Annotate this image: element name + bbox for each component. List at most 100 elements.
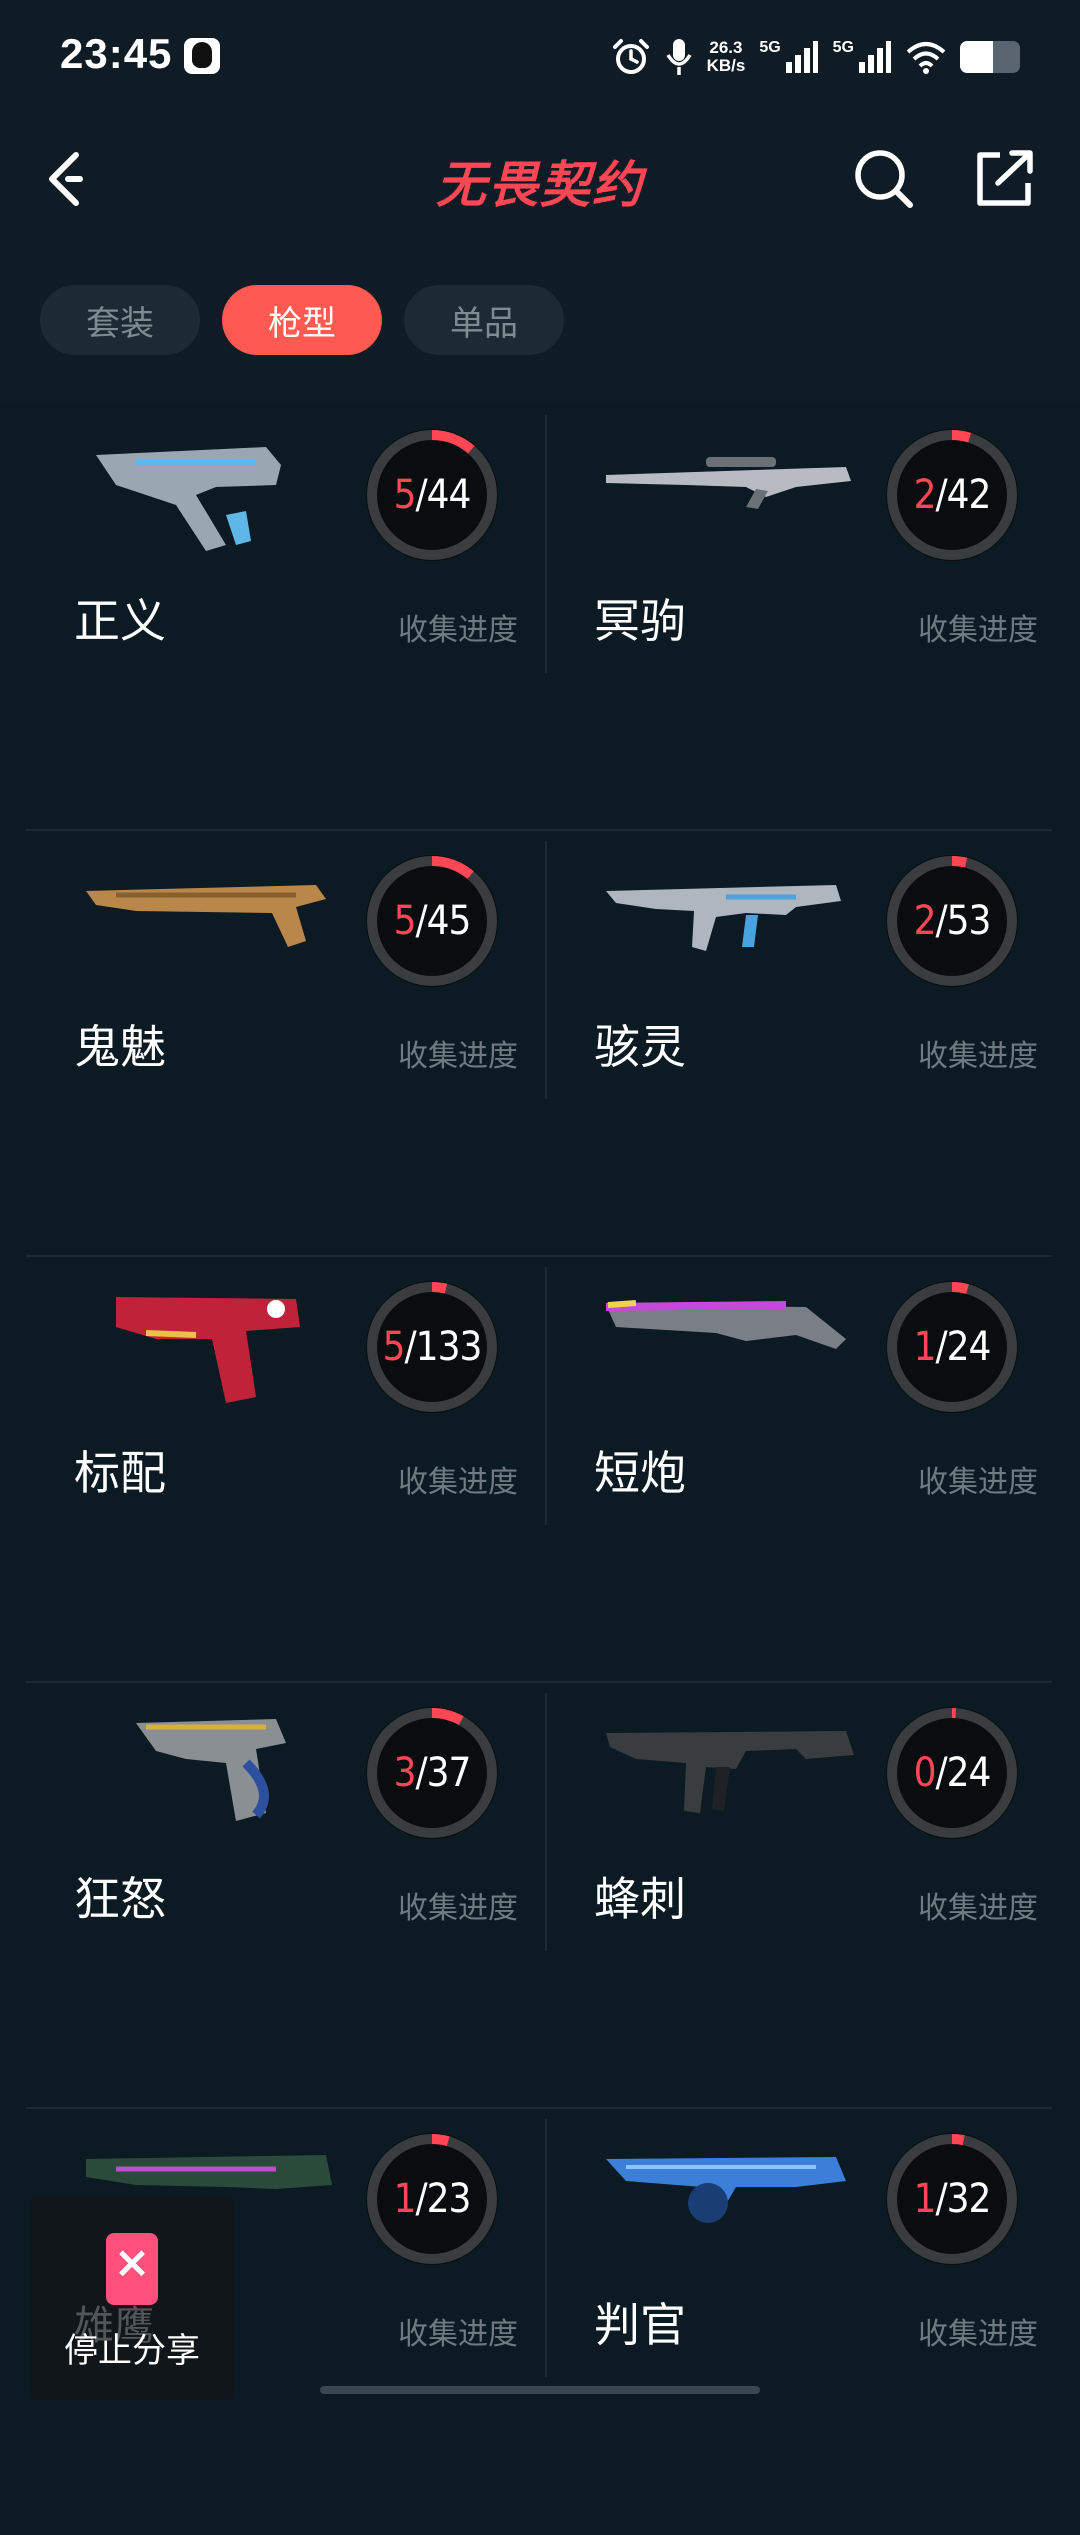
status-icons: 26.3 KB/s 5G 5G	[611, 34, 1020, 80]
collected-count: 1	[913, 1324, 937, 1370]
tab-label: 枪型	[268, 303, 336, 344]
weapon-card[interactable]: 骇灵 2/53 收集进度	[546, 831, 1066, 1257]
row-divider	[26, 1255, 1052, 1257]
weapon-image	[606, 2157, 846, 2223]
total-count: 24	[946, 1750, 992, 1796]
weapon-name: 短炮	[594, 1446, 686, 1500]
collected-count: 5	[382, 1324, 406, 1370]
weapon-name: 冥驹	[594, 594, 686, 648]
battery-fill	[960, 41, 993, 73]
progress-label: 收集进度	[398, 2317, 518, 2352]
progress-label: 收集进度	[398, 1039, 518, 1074]
stop-sharing-button[interactable]: 雄鹰 停止分享	[30, 2195, 234, 2400]
collection-count: 5/45	[362, 851, 502, 991]
count-separator: /	[935, 472, 947, 518]
count-separator: /	[935, 898, 947, 944]
weapon-image	[96, 447, 281, 551]
collected-count: 1	[393, 2176, 417, 2222]
weapon-name: 狂怒	[74, 1872, 166, 1926]
collection-count: 5/133	[362, 1277, 502, 1417]
collection-progress-ring: 2/53	[882, 851, 1022, 991]
total-count: 45	[426, 898, 472, 944]
column-divider	[545, 2119, 547, 2377]
search-icon[interactable]	[852, 147, 916, 211]
total-count: 44	[426, 472, 472, 518]
alarm-icon	[612, 39, 649, 74]
weapon-card[interactable]: 判官 1/32 收集进度	[546, 2109, 1066, 2535]
progress-label: 收集进度	[918, 1039, 1038, 1074]
share-icon[interactable]	[972, 147, 1036, 211]
collection-progress-ring: 1/24	[882, 1277, 1022, 1417]
total-count: 37	[426, 1750, 472, 1796]
home-indicator[interactable]	[320, 2386, 760, 2394]
network-speed-unit: KB/s	[706, 56, 746, 75]
row-divider	[26, 829, 1052, 831]
page-title: 无畏契约	[436, 156, 644, 214]
progress-label: 收集进度	[918, 1891, 1038, 1926]
weapon-image	[606, 457, 851, 509]
weapon-card[interactable]: 蜂刺 0/24 收集进度	[546, 1683, 1066, 2109]
count-separator: /	[935, 1324, 947, 1370]
status-bar: 23:45 26.3 KB/s 5G 5G	[0, 0, 1080, 115]
total-count: 23	[426, 2176, 472, 2222]
weapon-name: 蜂刺	[594, 1872, 686, 1926]
status-time: 23:45	[60, 30, 173, 77]
collection-count: 0/24	[882, 1703, 1022, 1843]
collected-count: 5	[393, 898, 417, 944]
column-divider	[545, 841, 547, 1099]
sim2-label: 5G	[832, 39, 854, 56]
collection-count: 3/37	[362, 1703, 502, 1843]
signal-icon	[785, 41, 818, 73]
progress-label: 收集进度	[398, 1891, 518, 1926]
collection-count: 1/24	[882, 1277, 1022, 1417]
total-count: 24	[946, 1324, 992, 1370]
row-divider	[26, 2107, 1052, 2109]
weapon-card[interactable]: 标配 5/133 收集进度	[26, 1257, 546, 1683]
count-separator: /	[415, 472, 427, 518]
tab-label: 套装	[86, 303, 154, 344]
progress-label: 收集进度	[398, 613, 518, 648]
collected-count: 5	[393, 472, 417, 518]
weapon-image	[606, 1731, 854, 1813]
collected-count: 2	[913, 472, 937, 518]
count-separator: /	[415, 2176, 427, 2222]
category-tabs: 套装 枪型 单品	[0, 245, 1080, 405]
collection-count: 1/32	[882, 2129, 1022, 2269]
progress-label: 收集进度	[918, 1465, 1038, 1500]
collection-count: 1/23	[362, 2129, 502, 2269]
tab-gun-types[interactable]: 枪型	[222, 285, 382, 355]
collection-count: 5/44	[362, 425, 502, 565]
network-speed: 26.3 KB/s	[707, 39, 746, 75]
battery-icon	[960, 41, 1020, 73]
total-count: 32	[946, 2176, 992, 2222]
column-divider	[545, 1267, 547, 1525]
weapon-name: 鬼魅	[74, 1020, 166, 1074]
collection-progress-ring: 5/133	[362, 1277, 502, 1417]
qq-notification-icon	[184, 38, 220, 74]
tab-single-items[interactable]: 单品	[404, 285, 564, 355]
weapon-image	[605, 1300, 846, 1349]
collection-progress-ring: 3/37	[362, 1703, 502, 1843]
weapon-card[interactable]: 狂怒 3/37 收集进度	[26, 1683, 546, 2109]
count-separator: /	[415, 1750, 427, 1796]
count-separator: /	[415, 898, 427, 944]
collected-count: 0	[913, 1750, 937, 1796]
column-divider	[545, 1693, 547, 1951]
collected-count: 2	[913, 898, 937, 944]
tab-suits[interactable]: 套装	[40, 285, 200, 355]
column-divider	[545, 415, 547, 673]
collection-count: 2/53	[882, 851, 1022, 991]
weapon-card[interactable]: 短炮 1/24 收集进度	[546, 1257, 1066, 1683]
network-speed-value: 26.3	[709, 38, 743, 57]
collection-progress-ring: 0/24	[882, 1703, 1022, 1843]
sim1-label: 5G	[759, 39, 781, 56]
weapon-image	[136, 1719, 286, 1821]
collected-count: 1	[913, 2176, 937, 2222]
weapon-card[interactable]: 冥驹 2/42 收集进度	[546, 405, 1066, 831]
tab-label: 单品	[450, 303, 518, 344]
progress-label: 收集进度	[918, 613, 1038, 648]
weapon-image	[116, 1297, 300, 1403]
weapon-card[interactable]: 正义 5/44 收集进度	[26, 405, 546, 831]
total-count: 53	[946, 898, 992, 944]
weapon-card[interactable]: 鬼魅 5/45 收集进度	[26, 831, 546, 1257]
